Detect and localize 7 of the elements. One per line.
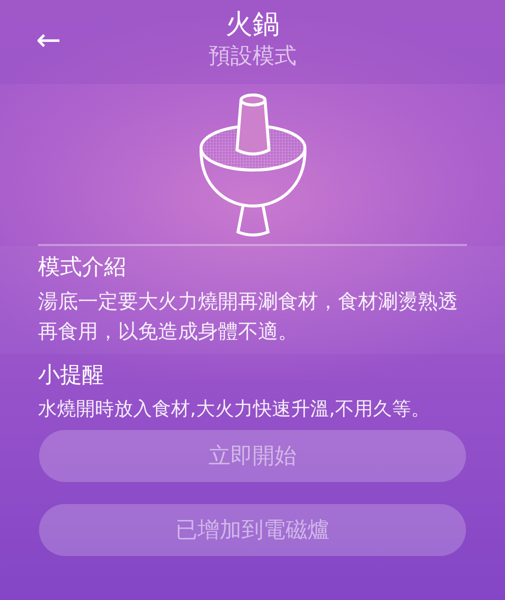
page-title: 火鍋 (226, 8, 280, 42)
back-button[interactable]: ← (36, 24, 62, 58)
section-heading: 模式介紹 (38, 254, 127, 282)
section-text: 水燒開時放入食材,大火力快速升溫,不用久等。 (38, 397, 432, 422)
section-text: 湯底一定要大火力燒開再涮食材，食材涮燙熟透再食用，以免造成身體不適。 (38, 288, 459, 345)
mode-subtitle: 預設模式 (208, 43, 296, 71)
section-heading: 小提醒 (38, 362, 105, 390)
